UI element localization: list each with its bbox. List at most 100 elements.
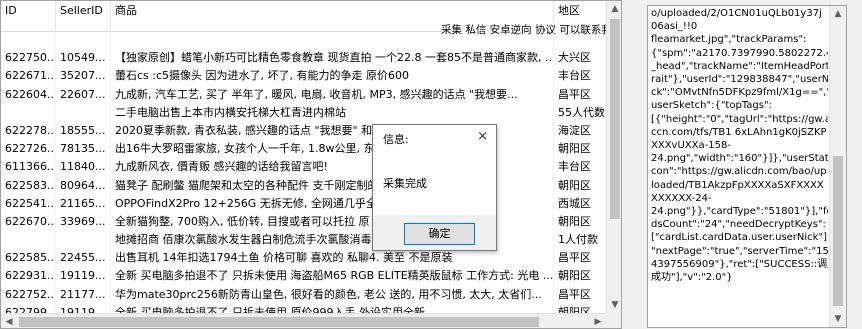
cell-seller-id[interactable]: 22607...	[56, 85, 111, 104]
table-row[interactable]: 622752... 21177... 华为mate30prc256新防青山皇色, 很…	[1, 285, 606, 304]
cell-region[interactable]: 55人代数	[554, 104, 606, 122]
cell-id[interactable]: 622583...	[1, 176, 56, 195]
cell-id[interactable]	[1, 31, 56, 50]
cell-seller-id[interactable]: 78135...	[56, 140, 111, 159]
detail-text-line: {"spm":"a2170.7397990.5802272.43	[651, 47, 828, 59]
table-row[interactable]: 622671... 35207... 蕾石cs :c5摄像头 因为进水了, 坏了, …	[1, 67, 606, 86]
table-row[interactable]: 622604... 22607... 九成新, 汽车工艺, 买了 半年了, 暖风, …	[1, 85, 606, 104]
detail-text-line: 06asi_!!0	[651, 21, 698, 33]
cell-region[interactable]: 朝阳区	[554, 267, 606, 285]
ok-button[interactable]: 确定	[404, 223, 475, 245]
cell-seller-id[interactable]: 22455...	[56, 249, 111, 268]
data-grid[interactable]: ID SellerID 商品 地区 采集 私信 安卓逆向 协议 可以联系我 62…	[0, 0, 622, 329]
cell-product[interactable]: 出售耳机 14年扣选1794土鱼 价格可聊 喜欢的 私聊4. 美至 不是原装	[111, 249, 554, 268]
cell-region[interactable]: 海淀区	[554, 122, 606, 140]
cell-id[interactable]: 622541...	[1, 194, 56, 213]
horizontal-scrollbar[interactable]: ◀ ▶	[1, 313, 606, 328]
cell-seller-id[interactable]: 35207...	[56, 67, 111, 86]
cell-id[interactable]: 622585...	[1, 249, 56, 268]
scroll-left-icon[interactable]: ◀	[1, 314, 17, 328]
cell-id[interactable]: 622604...	[1, 85, 56, 104]
detail-text[interactable]: o/uploaded/2/O1CN01uQLb01y37j 06asi_!!0 fl…	[651, 7, 828, 327]
detail-text-line: 4397556909"},"ret":["SUCCESS::调用	[651, 258, 828, 270]
cell-product[interactable]: 华为mate30prc256新防青山皇色, 很好看的颜色, 老公 送的, 用不习…	[111, 285, 554, 304]
cell-id[interactable]: 622671...	[1, 67, 56, 86]
table-row[interactable]	[1, 31, 606, 50]
scroll-right-icon[interactable]: ▶	[590, 314, 606, 328]
cell-seller-id[interactable]: 80964...	[56, 176, 111, 195]
cell-seller-id[interactable]: 33969...	[56, 212, 111, 232]
cell-region[interactable]	[554, 31, 606, 49]
cell-product[interactable]: 九成新, 汽车工艺, 买了 半年了, 暖风, 电扇, 收音机, MP3, 感兴趣…	[111, 85, 554, 104]
table-row[interactable]: 622799... 19119... 全新 买电脑多拍退不了 只拆未使用 原价999…	[1, 303, 606, 313]
cell-seller-id[interactable]: 21177...	[56, 285, 111, 304]
cell-region[interactable]: 昌平区	[554, 249, 606, 267]
cell-product[interactable]	[111, 31, 554, 50]
table-row[interactable]: 622670... 33969... 全新猫狗整, 700购入, 低价转, 目搜或者…	[1, 212, 606, 232]
table-row[interactable]: 地摊招商 佰康次氯酸水发生器白制危流手次氯酸消毒液 1人付款	[1, 231, 606, 250]
cell-seller-id[interactable]	[56, 231, 111, 250]
cell-seller-id[interactable]	[56, 103, 111, 122]
column-header-seller-id[interactable]: SellerID	[56, 1, 111, 31]
cell-id[interactable]: 622278...	[1, 121, 56, 141]
cell-product[interactable]: 蕾石cs :c5摄像头 因为进水了, 坏了, 有能力的争走 原价600	[111, 67, 554, 86]
table-row[interactable]: 622585... 22455... 出售耳机 14年扣选1794土鱼 价格可聊 喜…	[1, 249, 606, 268]
cell-product[interactable]: 【独家原创】蜡笔小新巧可比精色零食教章 现货直拍 一个22.8 一套85不是普通…	[111, 49, 554, 68]
table-row[interactable]: 622278... 18555... 2020夏季新款, 青衣私装, 感兴趣的话点 …	[1, 121, 606, 141]
cell-seller-id[interactable]	[56, 31, 111, 50]
detail-text-line: 成功"],"v":"2.0"}	[651, 272, 733, 284]
cell-seller-id[interactable]: 21165...	[56, 194, 111, 213]
cell-region[interactable]: 丰台区	[554, 158, 606, 176]
close-icon[interactable]: ×	[477, 129, 488, 144]
cell-id[interactable]	[1, 231, 56, 250]
detail-text-line: [{"height":"0","tagUrl":"https://gw.ali	[651, 113, 828, 125]
vertical-scroll-thumb[interactable]	[610, 19, 620, 219]
cell-region[interactable]: 西城区	[554, 195, 606, 213]
detail-text-line: loaded/TB1AkzpFpXXXXaSXFXXXX	[651, 179, 824, 191]
cell-product[interactable]: 全新 买电脑多拍退不了 只拆未使用 海盗船M65 RGB ELITE精英版鼠标 …	[111, 267, 554, 286]
cell-region[interactable]: 朝阳区	[554, 213, 606, 231]
table-row[interactable]: 二手电脑出售上本市内横安托梯大杠青进内棉站 55人代数	[1, 103, 606, 122]
cell-region[interactable]: 大兴区	[554, 49, 606, 67]
cell-seller-id[interactable]: 19119...	[56, 267, 111, 286]
detail-text-line: dsCount":"24","needDecryptKeys":	[651, 219, 826, 231]
detail-scroll-down-icon[interactable]: ▼	[830, 311, 846, 327]
table-row[interactable]: 622931... 19119... 全新 买电脑多拍退不了 只拆未使用 海盗船M6…	[1, 267, 606, 286]
cell-product[interactable]: 二手电脑出售上本市内横安托梯大杠青进内棉站	[111, 103, 554, 122]
cell-id[interactable]: 611366...	[1, 158, 56, 177]
detail-textbox[interactable]: o/uploaded/2/O1CN01uQLb01y37j 06asi_!!0 fl…	[647, 5, 847, 328]
cell-region[interactable]: 1人付款	[554, 231, 606, 249]
table-row[interactable]: 622541... 21165... OPPOFindX2Pro 12+256G 无…	[1, 194, 606, 213]
vertical-scrollbar[interactable]: ▲ ▼	[606, 1, 621, 313]
detail-text-line: rait"},"userId":"129838847","userNi	[651, 74, 828, 86]
table-row[interactable]: 622750... 10549... 【独家原创】蜡笔小新巧可比精色零食教章 现货直…	[1, 49, 606, 68]
horizontal-scroll-thumb[interactable]	[19, 317, 539, 327]
cell-seller-id[interactable]: 10549...	[56, 49, 111, 68]
detail-scroll-thumb[interactable]	[833, 156, 843, 306]
detail-scroll-up-icon[interactable]: ▲	[830, 6, 846, 22]
cell-id[interactable]: 622931...	[1, 267, 56, 286]
cell-region[interactable]: 朝阳区	[554, 140, 606, 158]
column-header-id[interactable]: ID	[1, 1, 56, 31]
cell-seller-id[interactable]: 18555...	[56, 121, 111, 141]
cell-id[interactable]: 622750...	[1, 49, 56, 68]
cell-id[interactable]: 622726...	[1, 140, 56, 159]
cell-region[interactable]: 朝阳区	[554, 177, 606, 195]
cell-id[interactable]	[1, 103, 56, 122]
cell-region[interactable]: 丰台区	[554, 67, 606, 85]
cell-seller-id[interactable]: 19119...	[56, 303, 111, 313]
cell-id[interactable]: 622670...	[1, 212, 56, 232]
cell-region[interactable]: 朝阳区	[554, 304, 606, 313]
table-row[interactable]: 622726... 78135... 出16牛大罗昭雷家旅, 女孩个人一千年, 1.…	[1, 140, 606, 159]
cell-seller-id[interactable]: 11840...	[56, 158, 111, 177]
cell-region[interactable]: 昌平区	[554, 86, 606, 104]
scroll-down-icon[interactable]: ▼	[607, 297, 621, 313]
cell-id[interactable]: 622752...	[1, 285, 56, 304]
table-row[interactable]: 622583... 80964... 猫凳子 配刷鳖 猫爬架和太空的各种配件 支千刚…	[1, 176, 606, 195]
scroll-up-icon[interactable]: ▲	[607, 1, 621, 17]
cell-id[interactable]: 622799...	[1, 303, 56, 313]
table-row[interactable]: 611366... 11840... 九成新风衣, 價青贩 感兴趣的话给我留言吧! 丰…	[1, 158, 606, 177]
detail-scrollbar[interactable]: ▲ ▼	[829, 6, 846, 327]
cell-region[interactable]: 昌平区	[554, 286, 606, 304]
cell-product[interactable]: 全新 买电脑多拍退不了 只拆未使用 原价999入手 外设实用全新 ...	[111, 303, 554, 313]
